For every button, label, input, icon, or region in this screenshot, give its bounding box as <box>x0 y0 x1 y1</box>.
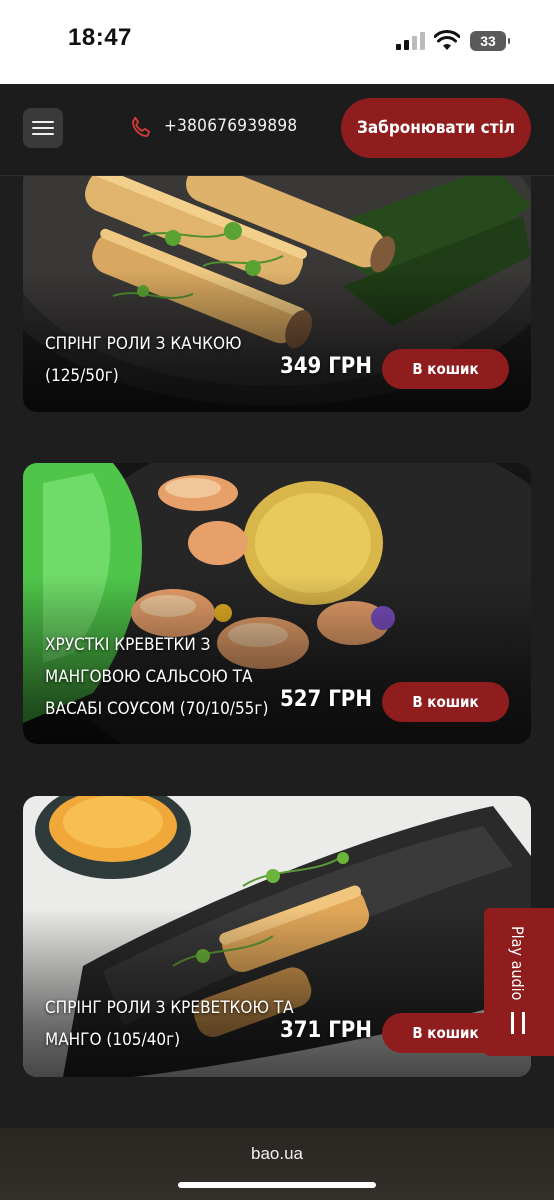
add-to-cart-button[interactable]: В кошик <box>382 349 509 389</box>
dish-name: СПРІНГ РОЛИ З КАЧКОЮ (125/50г) <box>45 334 242 386</box>
pause-icon[interactable] <box>511 1012 527 1034</box>
signal-icon <box>396 32 426 50</box>
status-bar: 18:47 33 <box>0 0 554 84</box>
phone-number[interactable]: +380676939898 <box>164 116 297 136</box>
product-card: СПРІНГ РОЛИ З КРЕВЕТКОЮ ТА МАНГО (105/40… <box>23 796 531 1077</box>
menu-icon[interactable] <box>23 108 63 148</box>
site-header: +380676939898 Забронювати стіл <box>0 84 554 176</box>
play-audio-label: Play audio <box>508 926 527 1001</box>
product-card: СПРІНГ РОЛИ З КАЧКОЮ (125/50г) 349 ГРН В… <box>23 176 531 412</box>
dish-name: СПРІНГ РОЛИ З КРЕВЕТКОЮ ТА МАНГО (105/40… <box>45 998 294 1050</box>
battery-icon: 33 <box>470 31 510 51</box>
phone-icon[interactable] <box>128 115 154 141</box>
url-text[interactable]: bao.ua <box>0 1144 554 1164</box>
add-to-cart-button[interactable]: В кошик <box>382 682 509 722</box>
play-audio-tab[interactable]: Play audio <box>484 908 554 1056</box>
browser-address-bar: bao.ua <box>0 1128 554 1200</box>
wifi-icon <box>434 30 460 50</box>
home-indicator[interactable] <box>178 1182 376 1188</box>
dish-price: 349 ГРН <box>280 354 372 379</box>
product-card: ХРУСТКІ КРЕВЕТКИ З МАНГОВОЮ САЛЬСОЮ ТА В… <box>23 463 531 744</box>
dish-name: ХРУСТКІ КРЕВЕТКИ З МАНГОВОЮ САЛЬСОЮ ТА В… <box>45 635 269 719</box>
status-time: 18:47 <box>68 24 132 51</box>
book-table-button[interactable]: Забронювати стіл <box>341 98 531 158</box>
dish-price: 371 ГРН <box>280 1018 372 1043</box>
dish-price: 527 ГРН <box>280 687 372 712</box>
